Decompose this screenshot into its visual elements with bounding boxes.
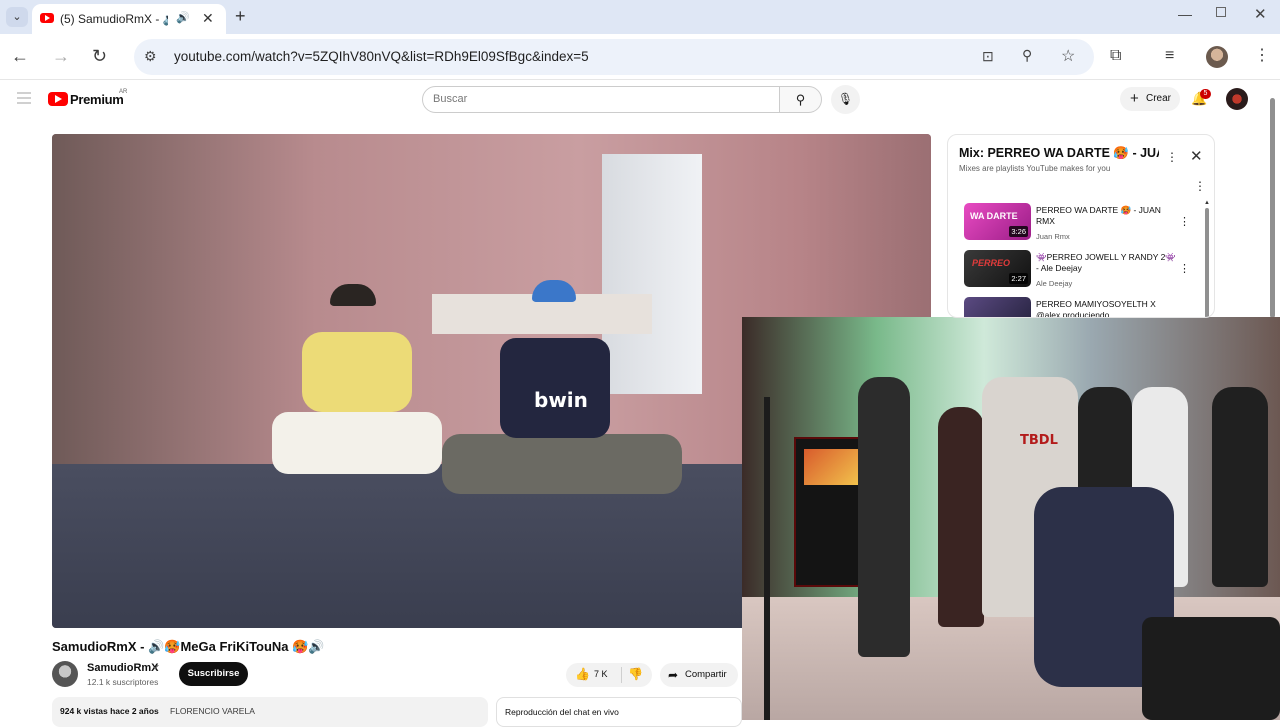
playlist-item-title[interactable]: PERREO WA DARTE 🥵 - JUAN RMX: [1036, 205, 1176, 227]
playlist-close-icon[interactable]: ✕: [1190, 147, 1203, 165]
description-box[interactable]: 924 k vistas hace 2 años FLORENCIO VAREL…: [52, 697, 488, 727]
scroll-up-icon[interactable]: ▲: [1204, 200, 1210, 206]
back-icon[interactable]: ←: [11, 45, 29, 67]
profile-icon[interactable]: [1206, 46, 1228, 68]
forward-icon[interactable]: →: [52, 45, 70, 67]
playlist-actions-icon[interactable]: ⋮: [1194, 179, 1206, 193]
search-input[interactable]: Buscar: [422, 86, 780, 113]
thumbnail-text: PERREO: [972, 258, 1011, 268]
dislike-icon[interactable]: 👎: [628, 667, 643, 681]
plus-icon: +: [1130, 90, 1139, 107]
window-close-button[interactable]: ✕: [1254, 5, 1267, 23]
playlist-item-author: Ale Deejay: [1036, 279, 1073, 288]
minimize-button[interactable]: —: [1178, 6, 1192, 22]
create-label: Crear: [1146, 93, 1172, 104]
browser-menu-icon[interactable]: ⋮: [1254, 45, 1270, 67]
playlist-item-thumbnail[interactable]: [964, 297, 1031, 317]
microphone-icon[interactable]: 🎙: [831, 85, 860, 114]
channel-avatar[interactable]: [52, 661, 78, 687]
notification-count-badge: 5: [1200, 89, 1211, 99]
share-button[interactable]: ➦ Compartir: [660, 663, 738, 687]
playlist-title[interactable]: Mix: PERREO WA DARTE 🥵 - JUAN RMX: [959, 146, 1159, 161]
search-button[interactable]: ⚲: [779, 86, 822, 113]
like-count[interactable]: 7 K: [594, 669, 608, 679]
install-icon[interactable]: ⊡: [982, 48, 994, 65]
reload-icon[interactable]: ↻: [92, 45, 107, 67]
user-avatar[interactable]: [1226, 88, 1248, 110]
create-button[interactable]: + Crear: [1120, 87, 1180, 111]
tab-close-icon[interactable]: ✕: [202, 10, 214, 27]
playlist-item[interactable]: PERREO 2:27 👾PERREO JOWELL Y RANDY 2👾 - …: [964, 250, 1194, 290]
search-icon: ⚲: [795, 92, 806, 107]
subscribe-button[interactable]: Suscribirse: [179, 662, 248, 686]
playlist-item-title[interactable]: PERREO MAMIYOSOYELTH X @alex.produciendo: [1036, 299, 1176, 317]
playlist-item-thumbnail[interactable]: PERREO 2:27: [964, 250, 1031, 287]
playlist-subtitle: Mixes are playlists YouTube makes for yo…: [959, 164, 1111, 173]
site-info-icon[interactable]: ⚙: [144, 48, 157, 65]
browser-tab-active[interactable]: (5) SamudioRmX - 🔊🥵MeGa FriKiTouNa 🔊 ✕: [32, 4, 226, 34]
like-dislike-group: 👍 7 K 👎: [566, 663, 652, 687]
like-divider: [621, 667, 622, 683]
webcam-overlay: TBDL: [742, 317, 1280, 720]
like-icon[interactable]: 👍: [575, 667, 590, 681]
playlist-more-icon[interactable]: ⋮: [1166, 150, 1178, 164]
page-scrollbar[interactable]: [1270, 98, 1275, 318]
zoom-icon[interactable]: ⚲: [1022, 47, 1032, 64]
address-bar[interactable]: ⚙ youtube.com/watch?v=5ZQIhV80nVQ&list=R…: [134, 39, 1094, 75]
share-icon: ➦: [668, 668, 679, 682]
new-tab-button[interactable]: +: [235, 6, 246, 27]
video-title: SamudioRmX - 🔊🥵MeGa FriKiTouNa 🥵🔊: [52, 639, 325, 654]
youtube-logo-icon[interactable]: [48, 92, 68, 106]
browser-tab-strip: ⌄ (5) SamudioRmX - 🔊🥵MeGa FriKiTouNa 🔊 ✕…: [0, 0, 1280, 34]
duration-badge: 2:27: [1009, 273, 1028, 284]
hamburger-menu-icon[interactable]: [17, 92, 31, 107]
thumbnail-text: WA DARTE: [970, 211, 1018, 221]
youtube-favicon-icon: [40, 13, 54, 23]
browser-toolbar: ← → ↻ ⚙ youtube.com/watch?v=5ZQIhV80nVQ&…: [0, 34, 1280, 80]
location-tag[interactable]: FLORENCIO VARELA: [170, 706, 255, 716]
share-label: Compartir: [685, 669, 727, 680]
item-more-icon[interactable]: ⋮: [1179, 262, 1190, 275]
duration-badge: 3:26: [1009, 226, 1028, 237]
playlist-item-thumbnail[interactable]: WA DARTE 3:26: [964, 203, 1031, 240]
views-and-date: 924 k vistas hace 2 años: [60, 706, 159, 716]
speaker-icon[interactable]: 🔊: [176, 11, 190, 24]
playlist-item-title[interactable]: 👾PERREO JOWELL Y RANDY 2👾 - Ale Deejay: [1036, 252, 1176, 274]
youtube-premium-logo[interactable]: Premium: [70, 92, 124, 107]
playlist-item-author: Juan Rmx: [1036, 232, 1070, 241]
search-placeholder: Buscar: [433, 93, 468, 105]
chat-replay-label: Reproducción del chat en vivo: [505, 707, 619, 717]
webcam-shirt-text: TBDL: [1020, 433, 1058, 448]
item-more-icon[interactable]: ⋮: [1179, 215, 1190, 228]
subscriber-count: 12.1 k suscriptores: [87, 677, 159, 687]
country-code: AR: [119, 89, 128, 95]
extensions-icon[interactable]: ⧉: [1110, 45, 1121, 67]
playlist-panel: Mix: PERREO WA DARTE 🥵 - JUAN RMX Mixes …: [947, 134, 1215, 318]
tab-title: (5) SamudioRmX - 🔊🥵MeGa FriKiTouNa: [60, 12, 168, 26]
tab-search-button[interactable]: ⌄: [6, 7, 28, 27]
video-scene-dancer-right: bwin: [442, 280, 702, 524]
playlist-item[interactable]: PERREO MAMIYOSOYELTH X @alex.produciendo: [964, 297, 1194, 317]
media-controls-icon[interactable]: ≡: [1165, 45, 1174, 67]
playlist-scrollbar[interactable]: [1205, 208, 1209, 317]
star-icon[interactable]: ☆: [1061, 46, 1075, 66]
chat-replay-panel[interactable]: Reproducción del chat en vivo: [496, 697, 742, 727]
verified-icon: ✔: [153, 663, 160, 672]
maximize-button[interactable]: [1216, 7, 1226, 17]
channel-name[interactable]: SamudioRmX: [87, 662, 159, 674]
playlist-item[interactable]: WA DARTE 3:26 PERREO WA DARTE 🥵 - JUAN R…: [964, 203, 1194, 243]
video-scene-dancer-left: [242, 284, 442, 484]
url-text[interactable]: youtube.com/watch?v=5ZQIhV80nVQ&list=RDh…: [174, 49, 589, 64]
